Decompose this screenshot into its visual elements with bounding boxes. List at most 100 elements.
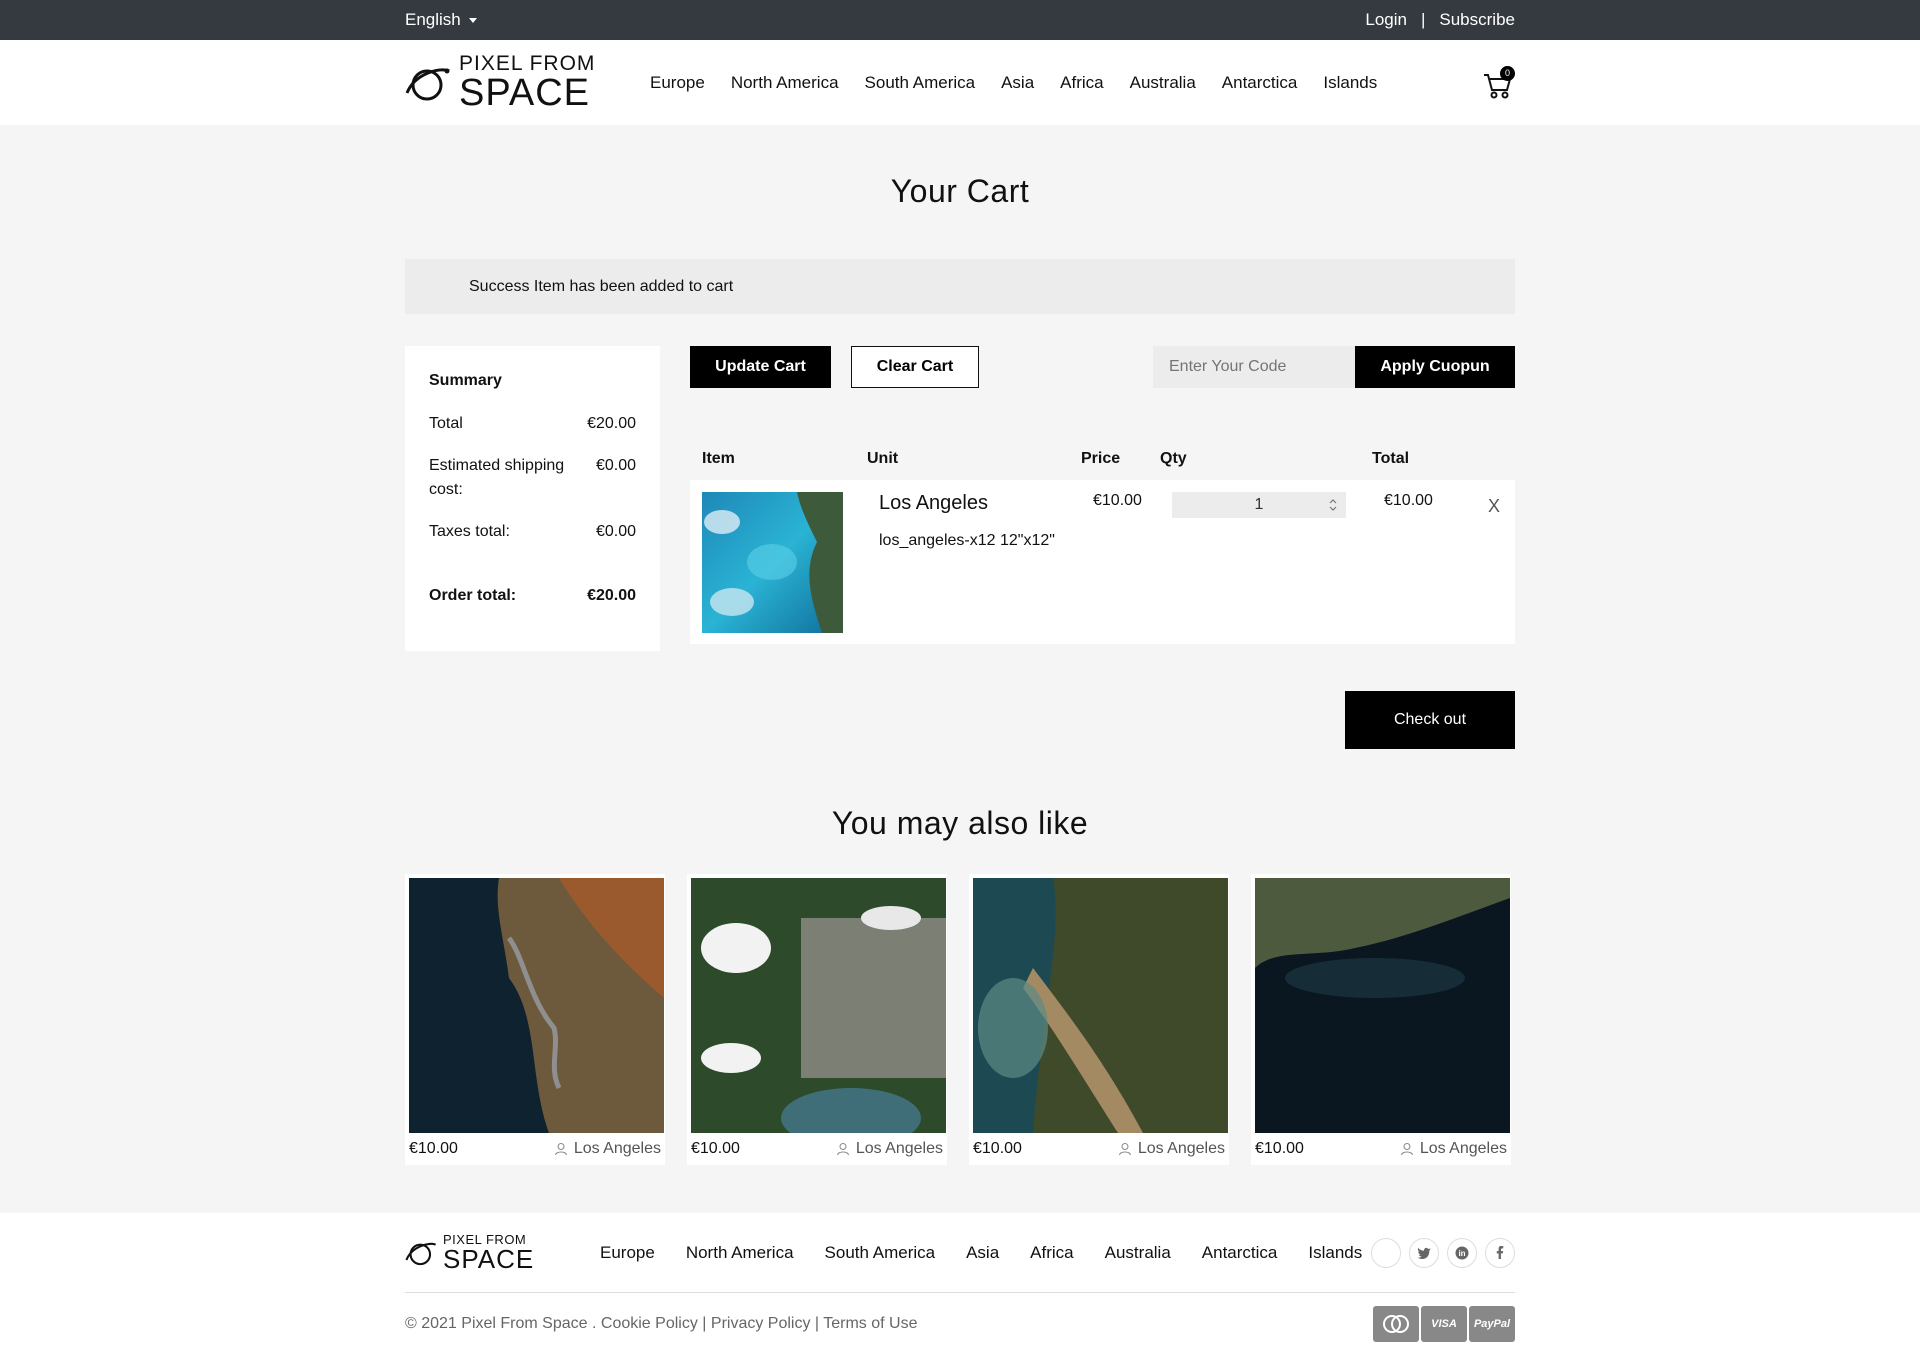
cart-count-badge: 0 xyxy=(1500,65,1515,81)
recommendations-grid: €10.00 Los Angeles €10.00 Los Angeles €1… xyxy=(405,874,1515,1165)
login-link[interactable]: Login xyxy=(1365,10,1407,30)
header-price: Price xyxy=(1081,450,1121,467)
language-selector[interactable]: English xyxy=(405,10,477,30)
logo-line1: PIXEL FROM xyxy=(459,52,596,75)
facebook-icon[interactable] xyxy=(1485,1237,1515,1268)
product-location: Los Angeles xyxy=(1137,1140,1225,1157)
header-item: Item xyxy=(702,450,735,467)
subscribe-link[interactable]: Subscribe xyxy=(1439,10,1515,30)
product-price: €10.00 xyxy=(973,1140,1022,1157)
product-card[interactable]: €10.00 Los Angeles xyxy=(969,874,1229,1165)
product-location: Los Angeles xyxy=(855,1140,943,1157)
nav-europe[interactable]: Europe xyxy=(650,73,705,93)
cart-row: Los Angeles los_angeles-x12 12"x12" €10.… xyxy=(690,480,1515,644)
header-unit: Unit xyxy=(867,450,899,467)
product-price: €10.00 xyxy=(691,1140,740,1157)
user-icon xyxy=(1400,1143,1413,1156)
checkout-button[interactable]: Check out xyxy=(1345,691,1515,749)
caret-down-icon xyxy=(468,17,477,23)
product-location: Los Angeles xyxy=(573,1140,661,1157)
orbit-logo-icon xyxy=(405,67,450,100)
privacy-policy-link[interactable]: Privacy Policy xyxy=(711,1315,811,1332)
item-name[interactable]: Los Angeles xyxy=(879,492,1093,515)
footer-nav-south-america[interactable]: South America xyxy=(825,1243,936,1263)
product-image[interactable] xyxy=(409,878,664,1133)
nav-islands[interactable]: Islands xyxy=(1323,73,1377,93)
language-label: English xyxy=(405,10,461,29)
topbar-separator: | xyxy=(1420,10,1426,29)
summary-order-label: Order total: xyxy=(429,587,517,604)
visa-icon: VISA xyxy=(1421,1306,1467,1342)
payment-methods: VISA PayPal xyxy=(1373,1306,1515,1342)
product-image[interactable] xyxy=(1255,878,1510,1133)
item-sku: los_angeles-x12 12"x12" xyxy=(879,532,1055,549)
update-cart-button[interactable]: Update Cart xyxy=(690,346,831,388)
cookie-policy-link[interactable]: Cookie Policy xyxy=(601,1315,698,1332)
footer-nav-europe[interactable]: Europe xyxy=(600,1243,655,1263)
mastercard-icon xyxy=(1373,1306,1419,1342)
nav-antarctica[interactable]: Antarctica xyxy=(1222,73,1298,93)
user-icon xyxy=(1118,1143,1131,1156)
footer-nav-north-america[interactable]: North America xyxy=(686,1243,794,1263)
summary-taxes-value: €0.00 xyxy=(595,523,636,540)
clear-cart-button[interactable]: Clear Cart xyxy=(851,346,979,388)
apply-coupon-button[interactable]: Apply Cuopun xyxy=(1355,346,1515,388)
product-image[interactable] xyxy=(973,878,1228,1133)
user-icon xyxy=(836,1143,849,1156)
instagram-icon[interactable] xyxy=(1371,1237,1401,1268)
footer-nav-africa[interactable]: Africa xyxy=(1030,1243,1073,1263)
summary-taxes-label: Taxes total: xyxy=(429,523,510,540)
footer-sep-2: | xyxy=(814,1315,820,1332)
remove-item-button[interactable]: X xyxy=(1488,496,1500,644)
footer-sep-1: | xyxy=(702,1315,707,1332)
summary-shipping-label: Estimated shipping cost: xyxy=(429,457,565,498)
nav-africa[interactable]: Africa xyxy=(1060,73,1103,93)
linkedin-icon[interactable]: in xyxy=(1447,1237,1477,1268)
orbit-logo-icon xyxy=(405,1242,437,1265)
footer-nav-antarctica[interactable]: Antarctica xyxy=(1202,1243,1278,1263)
cart-items-panel: Update Cart Clear Cart Apply Cuopun Item… xyxy=(690,346,1515,749)
coupon-code-input[interactable] xyxy=(1153,346,1355,388)
site-logo[interactable]: PIXEL FROM SPACE xyxy=(405,53,605,112)
nav-asia[interactable]: Asia xyxy=(1001,73,1034,93)
summary-shipping-value: €0.00 xyxy=(595,457,636,474)
svg-text:in: in xyxy=(1458,1249,1465,1258)
quantity-value: 1 xyxy=(1254,496,1264,513)
product-price: €10.00 xyxy=(1255,1140,1304,1157)
twitter-icon[interactable] xyxy=(1409,1237,1439,1268)
quantity-stepper[interactable]: 1 xyxy=(1172,492,1346,518)
product-price: €10.00 xyxy=(409,1140,458,1157)
nav-south-america[interactable]: South America xyxy=(865,73,976,93)
footer-nav-australia[interactable]: Australia xyxy=(1105,1243,1171,1263)
logo-line2: SPACE xyxy=(459,72,591,114)
product-card[interactable]: €10.00 Los Angeles xyxy=(405,874,665,1165)
recommendations-title: You may also like xyxy=(831,805,1089,841)
main-nav: Europe North America South America Asia … xyxy=(650,73,1377,93)
page-title: Your Cart xyxy=(890,173,1030,209)
site-header: PIXEL FROM SPACE Europe North America So… xyxy=(0,40,1920,125)
product-image[interactable] xyxy=(691,878,946,1133)
cart-table-header: Item Unit Price Qty Total xyxy=(690,450,1515,480)
item-price: €10.00 xyxy=(1093,492,1142,509)
product-thumbnail[interactable] xyxy=(702,492,843,633)
nav-north-america[interactable]: North America xyxy=(731,73,839,93)
footer-nav-islands[interactable]: Islands xyxy=(1308,1243,1362,1263)
order-summary: Summary Total €20.00 Estimated shipping … xyxy=(405,346,660,651)
cart-button[interactable]: 0 xyxy=(1481,65,1515,100)
summary-total-label: Total xyxy=(429,415,463,432)
success-alert: Success Item has been added to cart xyxy=(405,259,1515,314)
summary-order-value: €20.00 xyxy=(587,587,636,604)
product-card[interactable]: €10.00 Los Angeles xyxy=(687,874,947,1165)
site-footer: PIXEL FROM SPACE Europe North America So… xyxy=(0,1213,1920,1366)
footer-nav: Europe North America South America Asia … xyxy=(600,1243,1362,1263)
footer-nav-asia[interactable]: Asia xyxy=(966,1243,999,1263)
nav-australia[interactable]: Australia xyxy=(1130,73,1196,93)
terms-of-use-link[interactable]: Terms of Use xyxy=(823,1315,917,1332)
summary-heading: Summary xyxy=(429,372,502,389)
footer-logo[interactable]: PIXEL FROM SPACE xyxy=(405,1233,600,1272)
copyright-text: © 2021 Pixel From Space . xyxy=(405,1315,597,1332)
footer-logo-line2: SPACE xyxy=(443,1244,535,1274)
spinner-arrows-icon[interactable] xyxy=(1328,496,1338,514)
cart-page: Your Cart Success Item has been added to… xyxy=(405,125,1515,1165)
product-card[interactable]: €10.00 Los Angeles xyxy=(1251,874,1511,1165)
